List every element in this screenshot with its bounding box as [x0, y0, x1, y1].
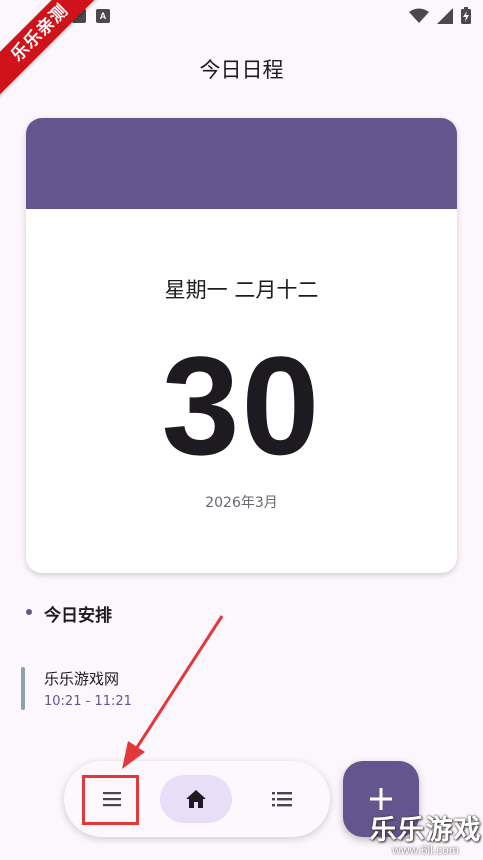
- nav-list-button[interactable]: [246, 775, 318, 823]
- home-icon: [186, 790, 206, 808]
- schedule-section-title: 今日安排: [44, 606, 112, 626]
- menu-highlight-box: [82, 775, 139, 825]
- date-card: 星期一 二月十二 30 2026年3月: [26, 118, 457, 573]
- wifi-icon: [409, 8, 429, 23]
- page-title: 今日日程: [199, 58, 284, 82]
- section-bullet: [26, 609, 32, 615]
- nav-home-button[interactable]: [160, 775, 232, 823]
- signal-icon: [437, 7, 453, 24]
- watermark-main: 乐乐游戏: [369, 815, 482, 846]
- event-color-bar: [21, 667, 25, 710]
- day-number: 30: [161, 327, 322, 484]
- watermark: 乐乐游戏 www.6ll.com: [368, 808, 483, 857]
- date-card-header: [26, 118, 457, 209]
- battery-icon: [461, 7, 471, 24]
- ribbon-label: 乐乐亲测: [0, 0, 108, 101]
- status-right-icons: [409, 7, 471, 24]
- event-time: 10:21 - 11:21: [44, 694, 132, 709]
- list-icon: [272, 792, 292, 807]
- weekday-lunar-date: 星期一 二月十二: [164, 278, 319, 302]
- event-title: 乐乐游戏网: [44, 670, 120, 688]
- year-month: 2026年3月: [205, 495, 278, 511]
